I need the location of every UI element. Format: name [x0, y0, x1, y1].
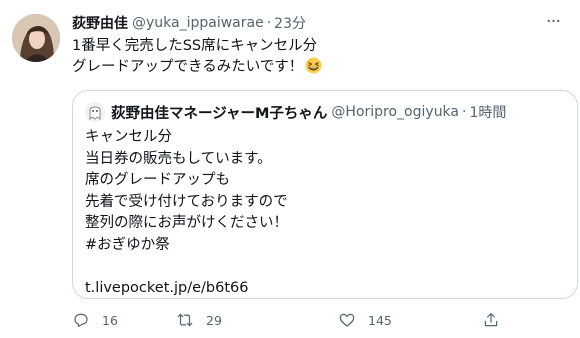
grinning-squinting-face-icon: [305, 57, 322, 74]
display-name[interactable]: 荻野由佳: [72, 13, 128, 33]
quoted-display-name: 荻野由佳マネージャーM子ちゃん: [111, 105, 328, 122]
tweet-text: 1番早く完売したSS席にキャンセル分 グレードアップできるみたいです！: [72, 36, 562, 78]
tweet-card[interactable]: 荻野由佳 @yuka_ippaiwarae · 23分 ··· 1番早く完売した…: [0, 0, 580, 338]
timestamp[interactable]: 23分: [274, 13, 306, 33]
quoted-text-line: 整列の際にお声がけください！: [85, 215, 288, 231]
avatar[interactable]: [12, 14, 60, 62]
tweet-text-line: グレードアップできるみたいです！: [72, 57, 562, 78]
reply-button[interactable]: 16: [72, 308, 118, 332]
tweet-header: 荻野由佳 @yuka_ippaiwarae · 23分: [72, 13, 306, 33]
quoted-text-line: 当日券の販売もしています。: [85, 150, 272, 167]
avatar-image: [12, 14, 60, 62]
heart-icon: [339, 313, 355, 327]
quoted-tweet[interactable]: 荻野由佳マネージャーM子ちゃん @Horipro_ogiyuka · 1時間 キ…: [72, 90, 578, 299]
like-button[interactable]: 145: [338, 308, 392, 332]
reply-count: 16: [102, 312, 118, 328]
quoted-text-line: キャンセル分: [85, 129, 172, 145]
quoted-text-line: 席のグレードアップも: [85, 172, 230, 188]
like-count: 145: [368, 312, 392, 328]
separator: ·: [462, 104, 467, 120]
share-button[interactable]: [482, 308, 500, 332]
separator: ·: [266, 15, 272, 31]
retweet-count: 29: [206, 312, 222, 328]
quoted-avatar: [85, 102, 105, 122]
quoted-tweet-text: キャンセル分 当日券の販売もしています。 席のグレードアップも 先着で受け付けて…: [85, 127, 288, 299]
share-icon: [484, 313, 498, 327]
quoted-tweet-header: 荻野由佳マネージャーM子ちゃん @Horipro_ogiyuka · 1時間: [85, 101, 506, 123]
retweet-button[interactable]: 29: [176, 308, 222, 332]
quoted-text-line: 先着で受け付けておりますので: [85, 193, 288, 210]
ghost-avatar-icon: [85, 102, 105, 122]
more-icon: ···: [545, 10, 561, 32]
quoted-handle: @Horipro_ogiyuka: [331, 104, 460, 120]
action-bar: 16 29 145: [72, 308, 512, 332]
retweet-icon: [177, 313, 193, 327]
reply-icon: [74, 313, 88, 327]
more-options-button[interactable]: ···: [540, 10, 566, 32]
handle[interactable]: @yuka_ippaiwarae: [132, 15, 264, 31]
quoted-timestamp: 1時間: [469, 105, 507, 121]
hashtag[interactable]: #おぎゆか祭: [85, 235, 288, 257]
tweet-text-line: 1番早く完売したSS席にキャンセル分: [72, 38, 318, 54]
quoted-link[interactable]: t.livepocket.jp/e/b6t66: [85, 278, 288, 300]
